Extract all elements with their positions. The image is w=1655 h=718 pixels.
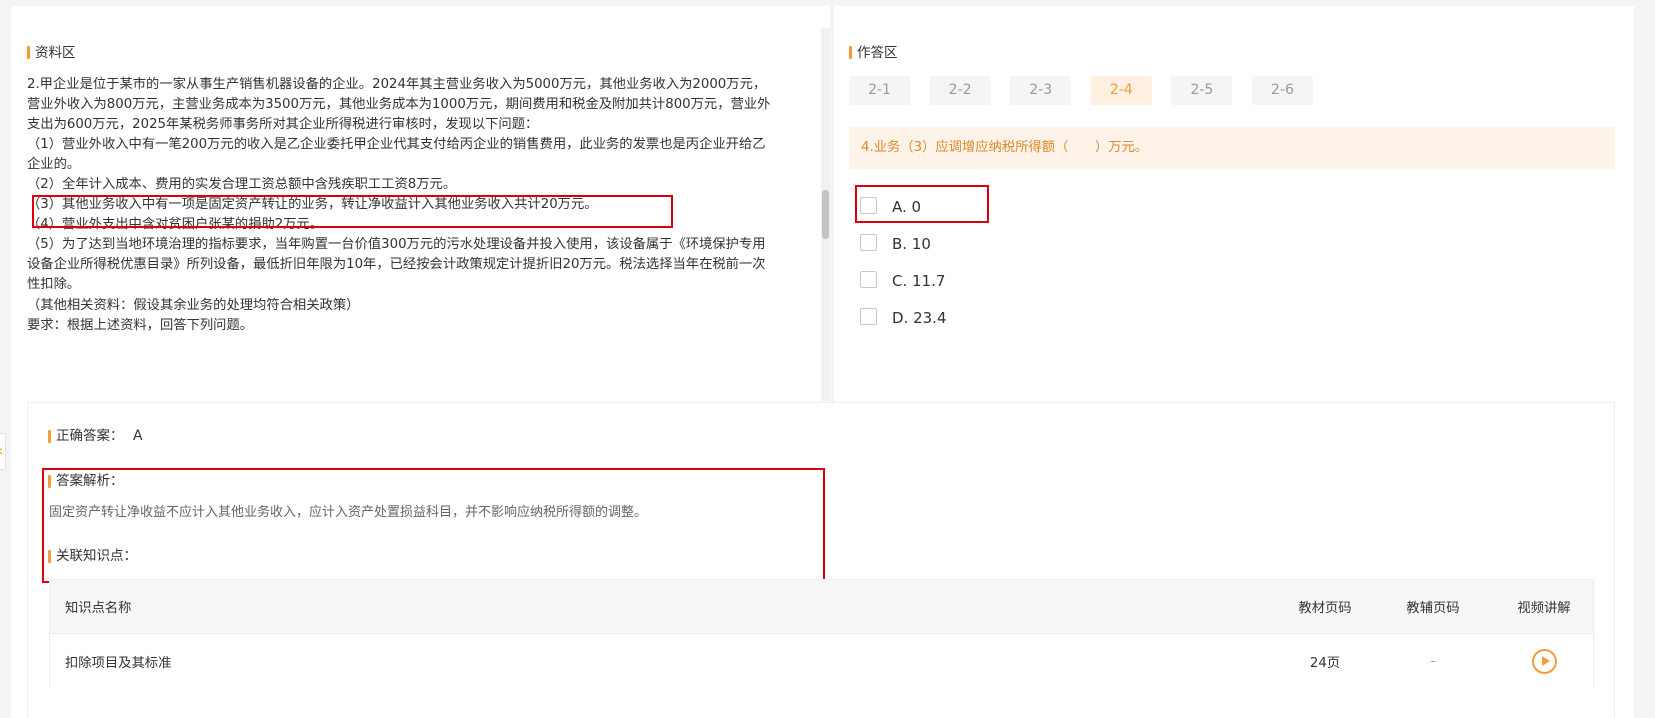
option-b-label[interactable]: B. 10 <box>892 233 931 255</box>
question-stem: 4.业务（3）应调增应纳税所得额（ ）万元。 <box>849 127 1615 169</box>
answer-title-bar <box>849 46 852 59</box>
table-row: 扣除项目及其标准 24页 - <box>50 633 1593 688</box>
option-a[interactable]: A. 0 <box>860 196 1160 218</box>
option-d[interactable]: D. 23.4 <box>860 307 1160 329</box>
analysis-label: 答案解析： <box>56 473 124 489</box>
material-line: 设备企业所得税优惠目录》所列设备，最低折旧年限为10年，已经按会计政策规定计提折… <box>27 257 766 273</box>
material-line: 支出为600万元，2025年某税务师事务所对其企业所得税进行审核时，发现以下问题… <box>27 117 539 133</box>
material-title: 资料区 <box>35 45 76 61</box>
question-tabs: 2-1 2-2 2-3 2-4 2-5 2-6 <box>849 76 1313 105</box>
correct-answer-bar <box>48 430 51 443</box>
header-video: 视频讲解 <box>1517 601 1571 616</box>
material-line: （2）全年计入成本、费用的实发合理工资总额中含残疾职工工资8万元。 <box>27 177 457 193</box>
header-knowledge-name: 知识点名称 <box>65 601 132 616</box>
material-title-bar <box>27 46 30 59</box>
material-line: 企业的。 <box>27 157 81 173</box>
material-line: 2.甲企业是位于某市的一家从事生产销售机器设备的企业。2024年其主营业务收入为… <box>27 77 767 92</box>
option-b[interactable]: B. 10 <box>860 233 1160 255</box>
option-d-label[interactable]: D. 23.4 <box>892 307 947 329</box>
option-a-label[interactable]: A. 0 <box>892 196 921 218</box>
tab-2-1[interactable]: 2-1 <box>849 76 910 105</box>
textbook-page: 24页 <box>1309 655 1341 671</box>
correct-answer-label: 正确答案： <box>56 428 124 444</box>
tab-2-3[interactable]: 2-3 <box>1010 76 1072 105</box>
tab-2-6[interactable]: 2-6 <box>1251 76 1313 105</box>
option-d-checkbox[interactable] <box>860 308 877 325</box>
knowledge-label: 关联知识点： <box>56 548 137 564</box>
material-line: （1）营业外收入中有一笔200万元的收入是乙企业委托甲企业代其支付给丙企业的销售… <box>27 137 766 153</box>
header-aux-page: 教辅页码 <box>1406 601 1460 616</box>
material-line: （5）为了达到当地环境治理的指标要求，当年购置一台价值300万元的污水处理设备并… <box>27 237 766 253</box>
answer-area-title: 作答区 <box>857 45 898 61</box>
material-line: （4）营业外支出中含对贫困户张某的捐助2万元。 <box>27 217 324 233</box>
option-c-checkbox[interactable] <box>860 271 877 288</box>
knowledge-table: 知识点名称 教材页码 教辅页码 视频讲解 扣除项目及其标准 24页 - <box>49 579 1594 688</box>
chevron-left-icon[interactable]: ‹ <box>0 442 3 460</box>
material-scrollbar-thumb[interactable] <box>822 190 829 239</box>
tab-2-5[interactable]: 2-5 <box>1171 76 1233 105</box>
collapse-side-tab[interactable]: ‹ <box>0 433 6 470</box>
table-header: 知识点名称 教材页码 教辅页码 视频讲解 <box>50 580 1593 633</box>
material-line: （其他相关资料：假设其余业务的处理均符合相关政策） <box>27 297 360 313</box>
video-cell <box>1494 634 1594 688</box>
knowledge-bar <box>48 550 51 563</box>
aux-page: - <box>1430 653 1436 669</box>
option-c[interactable]: C. 11.7 <box>860 270 1160 292</box>
option-c-label[interactable]: C. 11.7 <box>892 270 945 292</box>
option-b-checkbox[interactable] <box>860 234 877 251</box>
analysis-text: 固定资产转让净收益不应计入其他业务收入，应计入资产处置损益科目，并不影响应纳税所… <box>49 505 648 520</box>
play-icon[interactable] <box>1531 648 1557 674</box>
material-line: 性扣除。 <box>27 277 81 293</box>
tab-2-4[interactable]: 2-4 <box>1090 76 1152 105</box>
correct-answer-value: A <box>133 428 143 444</box>
material-line: 要求：根据上述资料，回答下列问题。 <box>27 317 254 333</box>
header-textbook-page: 教材页码 <box>1298 601 1352 616</box>
option-a-checkbox[interactable] <box>860 197 877 214</box>
knowledge-name: 扣除项目及其标准 <box>65 655 172 671</box>
tab-2-2[interactable]: 2-2 <box>929 76 991 105</box>
material-line: 营业外收入为800万元，主营业务成本为3500万元，其他业务成本为1000万元，… <box>27 97 771 113</box>
material-line: （3）其他业务收入中有一项是固定资产转让的业务，转让净收益计入其他业务收入共计2… <box>27 197 598 213</box>
analysis-bar <box>48 475 51 488</box>
material-text: 2.甲企业是位于某市的一家从事生产销售机器设备的企业。2024年其主营业务收入为… <box>27 75 817 336</box>
column-divider <box>830 6 834 402</box>
